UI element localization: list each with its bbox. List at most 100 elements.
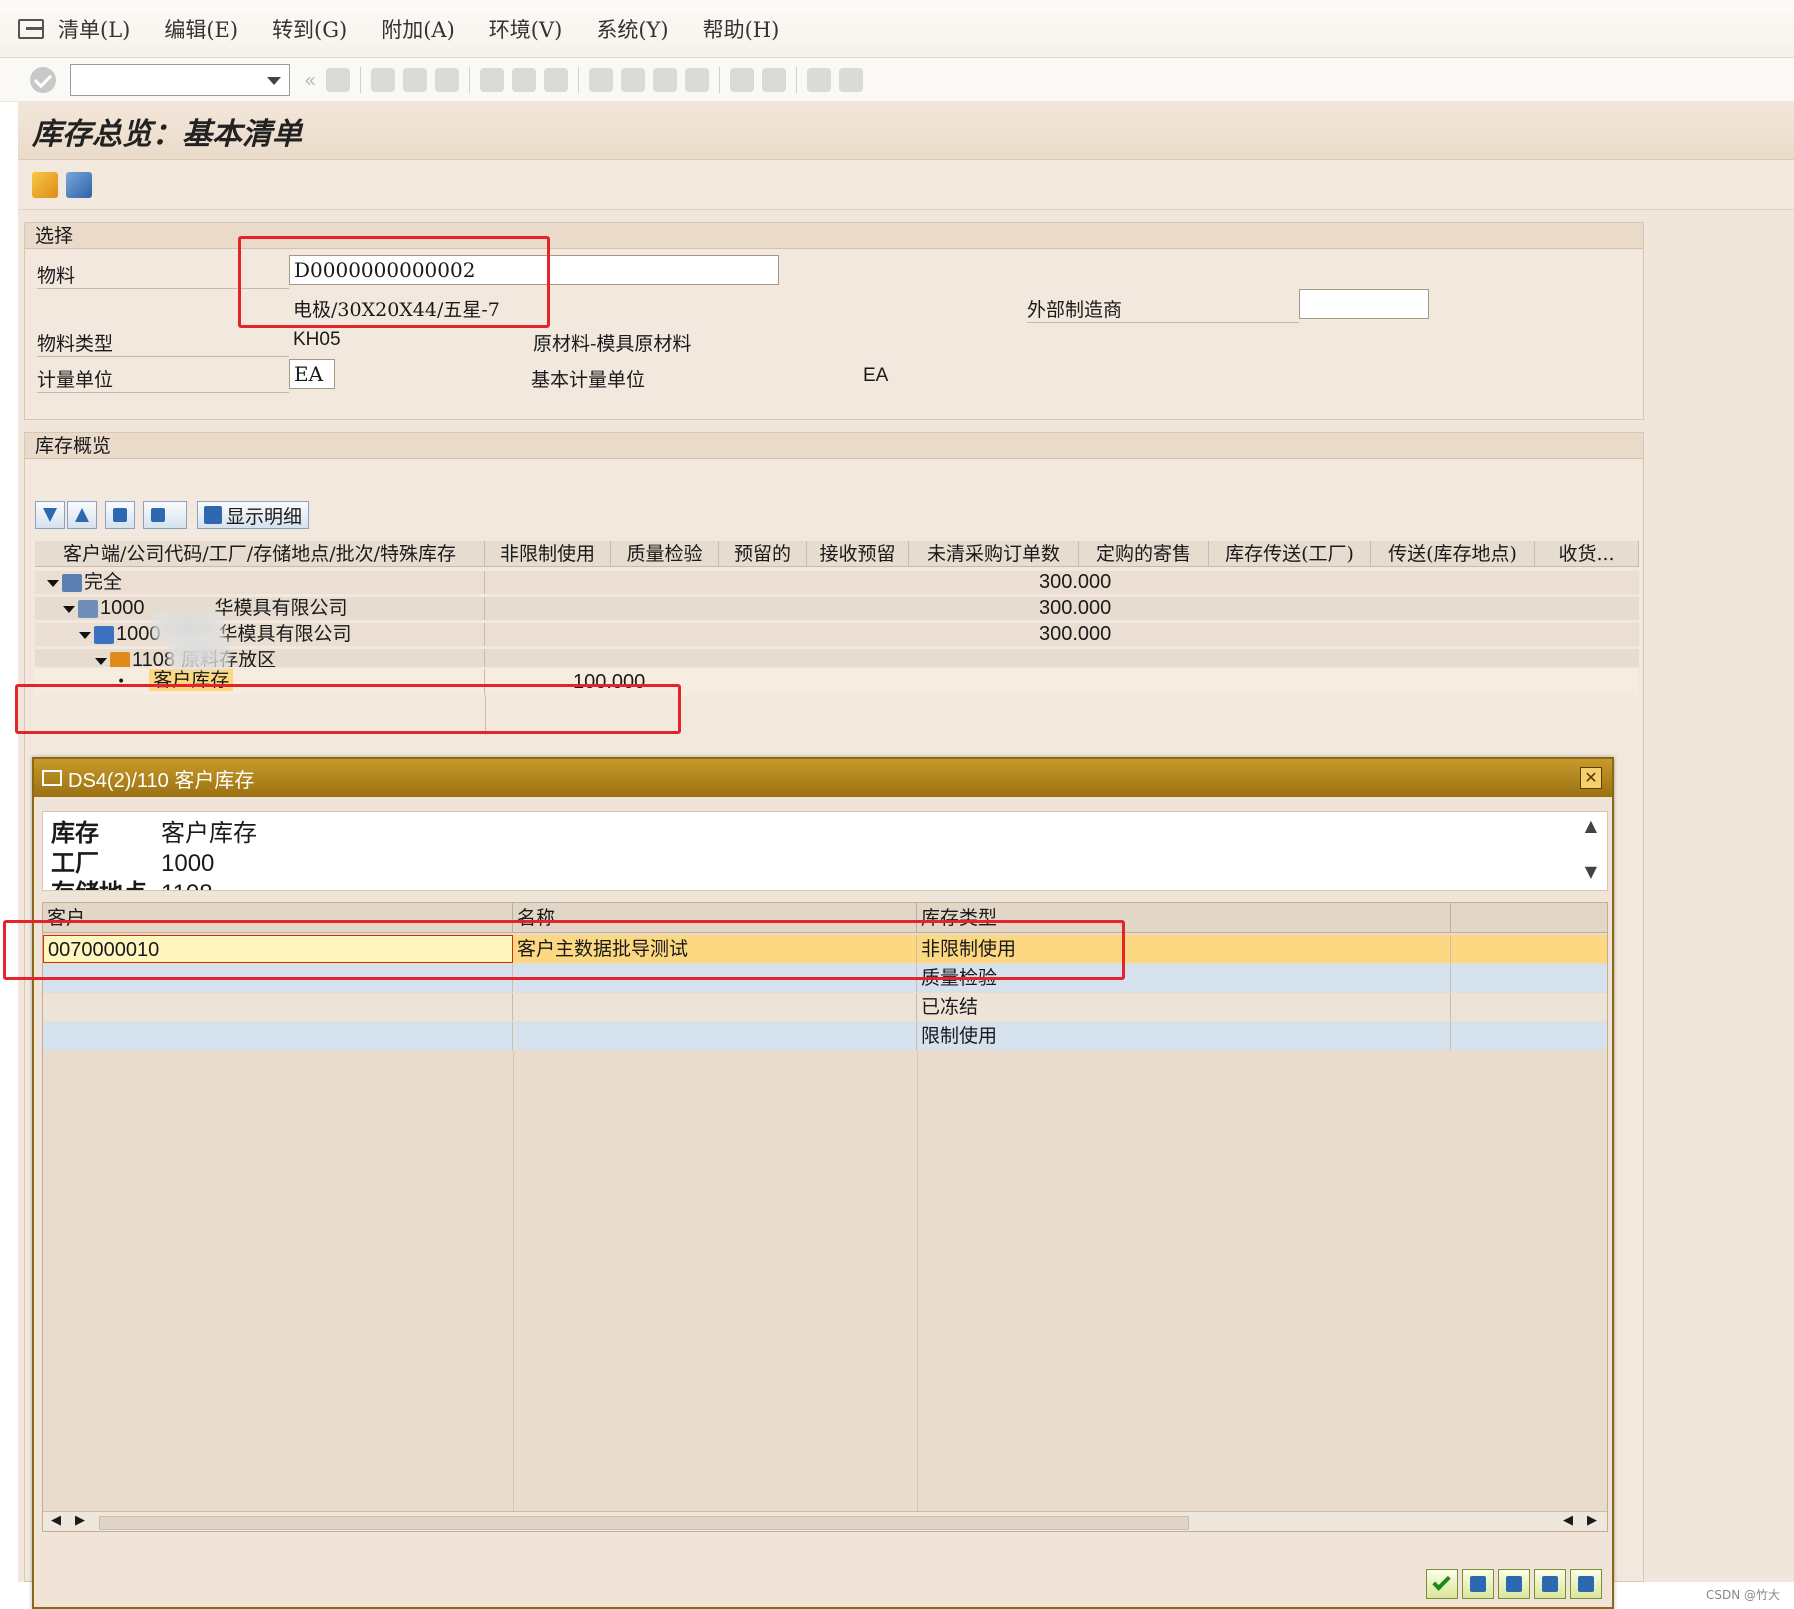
collapse-triangle-icon[interactable] — [95, 657, 107, 665]
filter-button[interactable] — [1498, 1569, 1530, 1599]
create-session-icon[interactable] — [730, 67, 755, 92]
scroll-up-icon[interactable]: ▲ — [1585, 816, 1597, 835]
table-row[interactable]: 0070000010 客户主数据批导测试 非限制使用 — [43, 935, 1607, 963]
command-field[interactable] — [70, 63, 290, 96]
col-quality-inspection[interactable]: 质量检验 — [611, 541, 719, 566]
customer-cell[interactable]: 0070000010 — [43, 935, 513, 963]
customer-cell[interactable] — [43, 1022, 513, 1050]
company-name: 华模具有限公司 — [214, 597, 348, 619]
scroll-left-icon[interactable]: ◀ — [51, 1513, 61, 1528]
sort-ascending-button[interactable] — [1462, 1569, 1494, 1599]
menu-list[interactable]: 清单(L) — [58, 14, 130, 44]
name-cell[interactable] — [513, 993, 917, 1021]
tree-row-total[interactable]: 完全 300.000 — [35, 571, 1639, 594]
redacted-mask — [168, 636, 230, 670]
scroll-right-icon[interactable]: ▶ — [1587, 1513, 1597, 1528]
collapse-triangle-icon[interactable] — [79, 631, 91, 639]
expand-all-button[interactable] — [35, 501, 65, 529]
table-row[interactable]: 质量检验 — [43, 964, 1607, 992]
col-reserved[interactable]: 预留的 — [719, 541, 807, 566]
table-row[interactable]: 已冻结 — [43, 993, 1607, 1021]
collapse-all-button[interactable] — [67, 501, 97, 529]
menu-help[interactable]: 帮助(H) — [703, 14, 780, 44]
grid-column-headers: 客户 名称 库存类型 — [43, 903, 1607, 933]
col-stock-type[interactable]: 库存类型 — [917, 903, 1451, 932]
other-material-icon[interactable] — [32, 171, 58, 198]
stock-overview-header: 库存概览 — [25, 433, 1643, 459]
menu-system[interactable]: 系统(Y) — [596, 14, 668, 44]
col-consignment-ordered[interactable]: 定购的寄售 — [1079, 541, 1209, 566]
col-goods-receipt[interactable]: 收货... — [1535, 541, 1639, 566]
horizontal-scrollbar[interactable]: ◀ ▶ ◀ ▶ — [43, 1511, 1607, 1531]
enter-check-icon[interactable] — [30, 66, 56, 93]
material-field[interactable]: D0000000000002 — [289, 255, 779, 285]
find-next-icon[interactable] — [544, 67, 569, 92]
collapse-triangle-icon[interactable] — [63, 605, 75, 613]
back-icon[interactable] — [371, 67, 396, 92]
standard-toolbar: « — [0, 58, 1794, 102]
menu-extras[interactable]: 附加(A) — [381, 14, 455, 44]
tree-row-plant[interactable]: 1000 华模具有限公司 300.000 — [35, 623, 1639, 646]
shortcut-icon[interactable] — [762, 67, 787, 92]
name-cell[interactable] — [513, 964, 917, 992]
tree-row-storage-location[interactable]: 1108 原料存放区 — [35, 649, 1639, 667]
col-transfer-plant[interactable]: 库存传送(工厂) — [1209, 541, 1371, 566]
system-menu-icon[interactable] — [18, 18, 44, 39]
name-cell[interactable]: 客户主数据批导测试 — [513, 935, 917, 963]
stock-type-cell[interactable]: 已冻结 — [917, 993, 1451, 1021]
base-uom-label: 基本计量单位 — [531, 369, 646, 391]
col-open-po-qty[interactable]: 未清采购订单数 — [909, 541, 1079, 566]
back-double-chevron-icon[interactable]: « — [304, 68, 316, 92]
col-name[interactable]: 名称 — [513, 903, 917, 932]
help-icon[interactable] — [807, 67, 832, 92]
scroll-down-icon[interactable]: ▼ — [1585, 862, 1597, 881]
uom-field[interactable]: EA — [289, 359, 335, 389]
col-receipt-reservation[interactable]: 接收预留 — [807, 541, 909, 566]
chevron-down-icon[interactable] — [267, 76, 281, 85]
print-button[interactable] — [1570, 1569, 1602, 1599]
exit-icon[interactable] — [403, 67, 428, 92]
scroll-right-icon[interactable]: ▶ — [75, 1513, 85, 1528]
last-page-icon[interactable] — [685, 67, 710, 92]
print-button[interactable] — [143, 501, 187, 529]
menu-goto[interactable]: 转到(G) — [272, 14, 347, 44]
tree-row-company[interactable]: 1000 华模具有限公司 300.000 — [35, 597, 1639, 620]
scroll-left-icon[interactable]: ◀ — [1563, 1513, 1573, 1528]
table-row[interactable]: 限制使用 — [43, 1022, 1607, 1050]
menu-edit[interactable]: 编辑(E) — [164, 14, 238, 44]
col-transfer-sloc[interactable]: 传送(库存地点) — [1371, 541, 1535, 566]
find-icon[interactable] — [512, 67, 537, 92]
collapse-triangle-icon[interactable] — [47, 579, 59, 587]
menu-environment[interactable]: 环境(V) — [489, 14, 563, 44]
confirm-button[interactable] — [1426, 1569, 1458, 1599]
col-hierarchy[interactable]: 客户端/公司代码/工厂/存储地点/批次/特殊库存 — [35, 541, 485, 566]
stock-type-cell[interactable]: 限制使用 — [917, 1022, 1451, 1050]
display-detail-button[interactable]: 显示明细 — [197, 501, 310, 529]
save-icon[interactable] — [326, 67, 351, 92]
col-unrestricted[interactable]: 非限制使用 — [485, 541, 611, 566]
refresh-icon[interactable] — [66, 171, 92, 198]
layout-icon[interactable] — [839, 67, 864, 92]
first-page-icon[interactable] — [589, 67, 614, 92]
name-cell[interactable] — [513, 1022, 917, 1050]
toolbar-separator — [719, 66, 721, 93]
cancel-icon[interactable] — [435, 67, 460, 92]
stock-type-cell[interactable]: 非限制使用 — [917, 935, 1451, 963]
customer-stock-grid: 客户 名称 库存类型 0070000010 客户主数据批导测试 非限制使用 质量… — [42, 902, 1608, 1532]
find-button[interactable] — [1534, 1569, 1566, 1599]
col-customer[interactable]: 客户 — [43, 903, 513, 932]
customer-cell[interactable] — [43, 964, 513, 992]
print-icon — [151, 508, 165, 522]
open-po-value: 300.000 — [1039, 597, 1112, 619]
stock-type-cell[interactable]: 质量检验 — [917, 964, 1451, 992]
prev-page-icon[interactable] — [621, 67, 646, 92]
close-icon[interactable]: ✕ — [1580, 767, 1602, 789]
external-manufacturer-field[interactable] — [1299, 289, 1429, 319]
customer-cell[interactable] — [43, 993, 513, 1021]
scrollbar-thumb[interactable] — [99, 1516, 1189, 1530]
find-button[interactable] — [105, 501, 135, 529]
tree-row-customer-stock[interactable]: • 客户库存 100.000 — [35, 669, 1639, 695]
tree-column-headers: 客户端/公司代码/工厂/存储地点/批次/特殊库存 非限制使用 质量检验 预留的 … — [35, 541, 1639, 567]
print-icon[interactable] — [480, 67, 505, 92]
next-page-icon[interactable] — [653, 67, 678, 92]
